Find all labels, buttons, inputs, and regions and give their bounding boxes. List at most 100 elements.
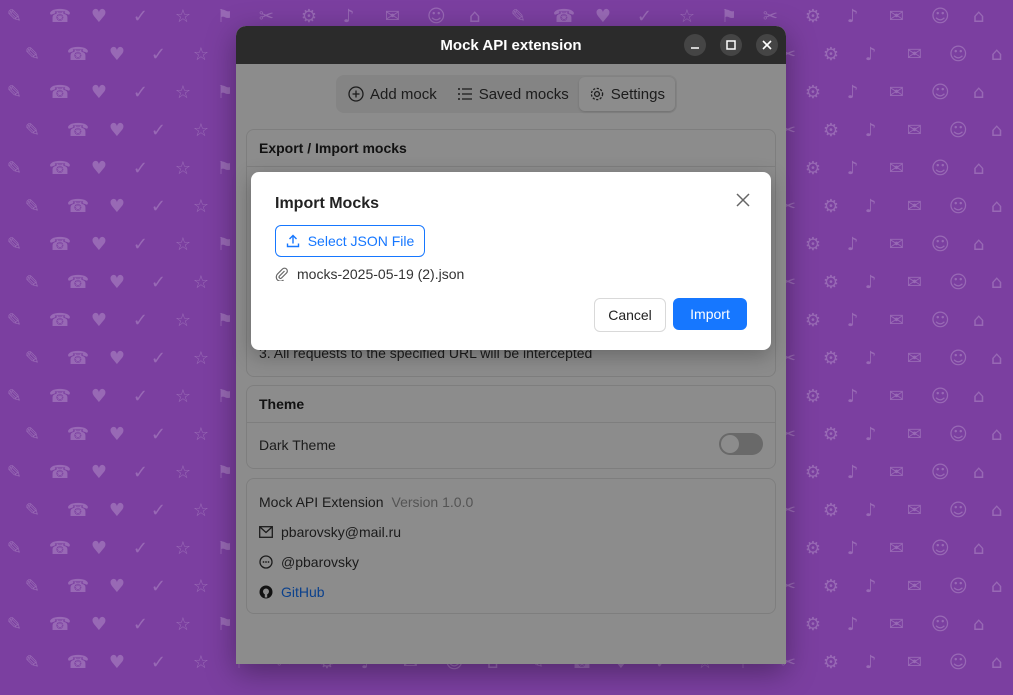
wallpaper-glyph: ⚑ bbox=[216, 386, 233, 407]
wallpaper-glyph: ⌂ bbox=[468, 6, 481, 27]
wallpaper-glyph: ✉ bbox=[888, 6, 904, 27]
wallpaper-glyph: ✓ bbox=[132, 538, 148, 559]
wallpaper-glyph: ☆ bbox=[192, 652, 209, 673]
wallpaper-glyph: ♥ bbox=[90, 538, 107, 559]
wallpaper-glyph: ♪ bbox=[864, 348, 877, 369]
wallpaper-glyph: ☺ bbox=[948, 44, 968, 65]
wallpaper-glyph: ⌂ bbox=[990, 272, 1003, 293]
wallpaper-glyph: ⌂ bbox=[990, 44, 1003, 65]
wallpaper-glyph: ♪ bbox=[864, 424, 877, 445]
wallpaper-glyph: ✉ bbox=[906, 652, 922, 673]
wallpaper-glyph: ⌂ bbox=[990, 500, 1003, 521]
wallpaper-glyph: ✎ bbox=[6, 462, 22, 483]
wallpaper-glyph: ✎ bbox=[24, 424, 40, 445]
wallpaper-glyph: ♪ bbox=[342, 6, 355, 27]
wallpaper-glyph: ☆ bbox=[174, 310, 191, 331]
selected-file: mocks-2025-05-19 (2).json bbox=[275, 266, 464, 282]
wallpaper-glyph: ✉ bbox=[888, 462, 904, 483]
wallpaper-glyph: ☺ bbox=[930, 6, 950, 27]
wallpaper-glyph: ☆ bbox=[192, 500, 209, 521]
wallpaper-glyph: ♥ bbox=[90, 386, 107, 407]
wallpaper-glyph: ✓ bbox=[636, 6, 652, 27]
wallpaper-glyph: ☆ bbox=[192, 44, 209, 65]
wallpaper-glyph: ☆ bbox=[678, 6, 695, 27]
wallpaper-glyph: ♪ bbox=[864, 196, 877, 217]
wallpaper-glyph: ♪ bbox=[846, 614, 859, 635]
wallpaper-glyph: ✎ bbox=[6, 614, 22, 635]
wallpaper-glyph: ☺ bbox=[930, 614, 950, 635]
title-bar[interactable]: Mock API extension bbox=[236, 26, 786, 64]
wallpaper-glyph: ✓ bbox=[150, 652, 166, 673]
wallpaper-glyph: ☎ bbox=[66, 576, 90, 597]
wallpaper-glyph: ⚙ bbox=[804, 310, 821, 331]
wallpaper-glyph: ✉ bbox=[384, 6, 400, 27]
wallpaper-glyph: ☺ bbox=[948, 120, 968, 141]
wallpaper-glyph: ✓ bbox=[150, 576, 166, 597]
wallpaper-glyph: ♥ bbox=[108, 196, 125, 217]
wallpaper-glyph: ☎ bbox=[48, 538, 72, 559]
wallpaper-glyph: ☺ bbox=[930, 310, 950, 331]
wallpaper-glyph: ☎ bbox=[552, 6, 576, 27]
select-json-file-button[interactable]: Select JSON File bbox=[275, 225, 425, 257]
wallpaper-glyph: ♪ bbox=[846, 310, 859, 331]
wallpaper-glyph: ☎ bbox=[66, 272, 90, 293]
wallpaper-glyph: ✎ bbox=[24, 576, 40, 597]
wallpaper-glyph: ☆ bbox=[174, 462, 191, 483]
file-name: mocks-2025-05-19 (2).json bbox=[297, 266, 465, 282]
wallpaper-glyph: ✎ bbox=[24, 44, 40, 65]
wallpaper-glyph: ⚙ bbox=[822, 652, 839, 673]
wallpaper-glyph: ⚙ bbox=[804, 462, 821, 483]
wallpaper-glyph: ✉ bbox=[888, 386, 904, 407]
wallpaper-glyph: ⚑ bbox=[216, 538, 233, 559]
wallpaper-glyph: ✎ bbox=[24, 652, 40, 673]
wallpaper-glyph: ☺ bbox=[930, 158, 950, 179]
wallpaper-glyph: ✓ bbox=[150, 348, 166, 369]
wallpaper-glyph: ⌂ bbox=[972, 158, 985, 179]
wallpaper-glyph: ✓ bbox=[132, 614, 148, 635]
window-close-button[interactable] bbox=[756, 34, 778, 56]
wallpaper-glyph: ♥ bbox=[108, 500, 125, 521]
wallpaper-glyph: ✎ bbox=[6, 234, 22, 255]
wallpaper-glyph: ☺ bbox=[930, 538, 950, 559]
wallpaper-glyph: ☺ bbox=[948, 348, 968, 369]
wallpaper-glyph: ☎ bbox=[66, 500, 90, 521]
wallpaper-glyph: ☆ bbox=[174, 386, 191, 407]
wallpaper-glyph: ⌂ bbox=[972, 386, 985, 407]
cancel-button[interactable]: Cancel bbox=[594, 298, 666, 332]
wallpaper-glyph: ✎ bbox=[510, 6, 526, 27]
wallpaper-glyph: ☆ bbox=[174, 234, 191, 255]
maximize-button[interactable] bbox=[720, 34, 742, 56]
dialog-close-button[interactable] bbox=[733, 190, 753, 210]
close-icon bbox=[736, 193, 750, 207]
wallpaper-glyph: ⌂ bbox=[990, 576, 1003, 597]
wallpaper-glyph: ☺ bbox=[948, 652, 968, 673]
wallpaper-glyph: ✉ bbox=[906, 576, 922, 597]
wallpaper-glyph: ♥ bbox=[90, 614, 107, 635]
wallpaper-glyph: ⚑ bbox=[216, 614, 233, 635]
import-button[interactable]: Import bbox=[673, 298, 747, 330]
wallpaper-glyph: ✓ bbox=[132, 310, 148, 331]
minimize-button[interactable] bbox=[684, 34, 706, 56]
wallpaper-glyph: ✉ bbox=[888, 158, 904, 179]
wallpaper-glyph: ⚙ bbox=[822, 500, 839, 521]
wallpaper-glyph: ☆ bbox=[192, 424, 209, 445]
wallpaper-glyph: ✉ bbox=[906, 500, 922, 521]
wallpaper-glyph: ♥ bbox=[90, 82, 107, 103]
wallpaper-glyph: ⚙ bbox=[804, 158, 821, 179]
wallpaper-glyph: ♥ bbox=[108, 120, 125, 141]
wallpaper-glyph: ✓ bbox=[132, 386, 148, 407]
wallpaper-glyph: ⌂ bbox=[972, 82, 985, 103]
modal-overlay[interactable] bbox=[236, 64, 786, 664]
wallpaper-glyph: ✓ bbox=[132, 82, 148, 103]
wallpaper-glyph: ♥ bbox=[108, 652, 125, 673]
wallpaper-glyph: ☎ bbox=[66, 348, 90, 369]
wallpaper-glyph: ☆ bbox=[192, 348, 209, 369]
wallpaper-glyph: ☺ bbox=[948, 424, 968, 445]
wallpaper-glyph: ⌂ bbox=[972, 6, 985, 27]
wallpaper-glyph: ✉ bbox=[888, 234, 904, 255]
wallpaper-glyph: ✉ bbox=[906, 348, 922, 369]
wallpaper-glyph: ✓ bbox=[150, 196, 166, 217]
wallpaper-glyph: ☎ bbox=[48, 310, 72, 331]
wallpaper-glyph: ☆ bbox=[192, 196, 209, 217]
wallpaper-glyph: ✂ bbox=[762, 6, 778, 27]
